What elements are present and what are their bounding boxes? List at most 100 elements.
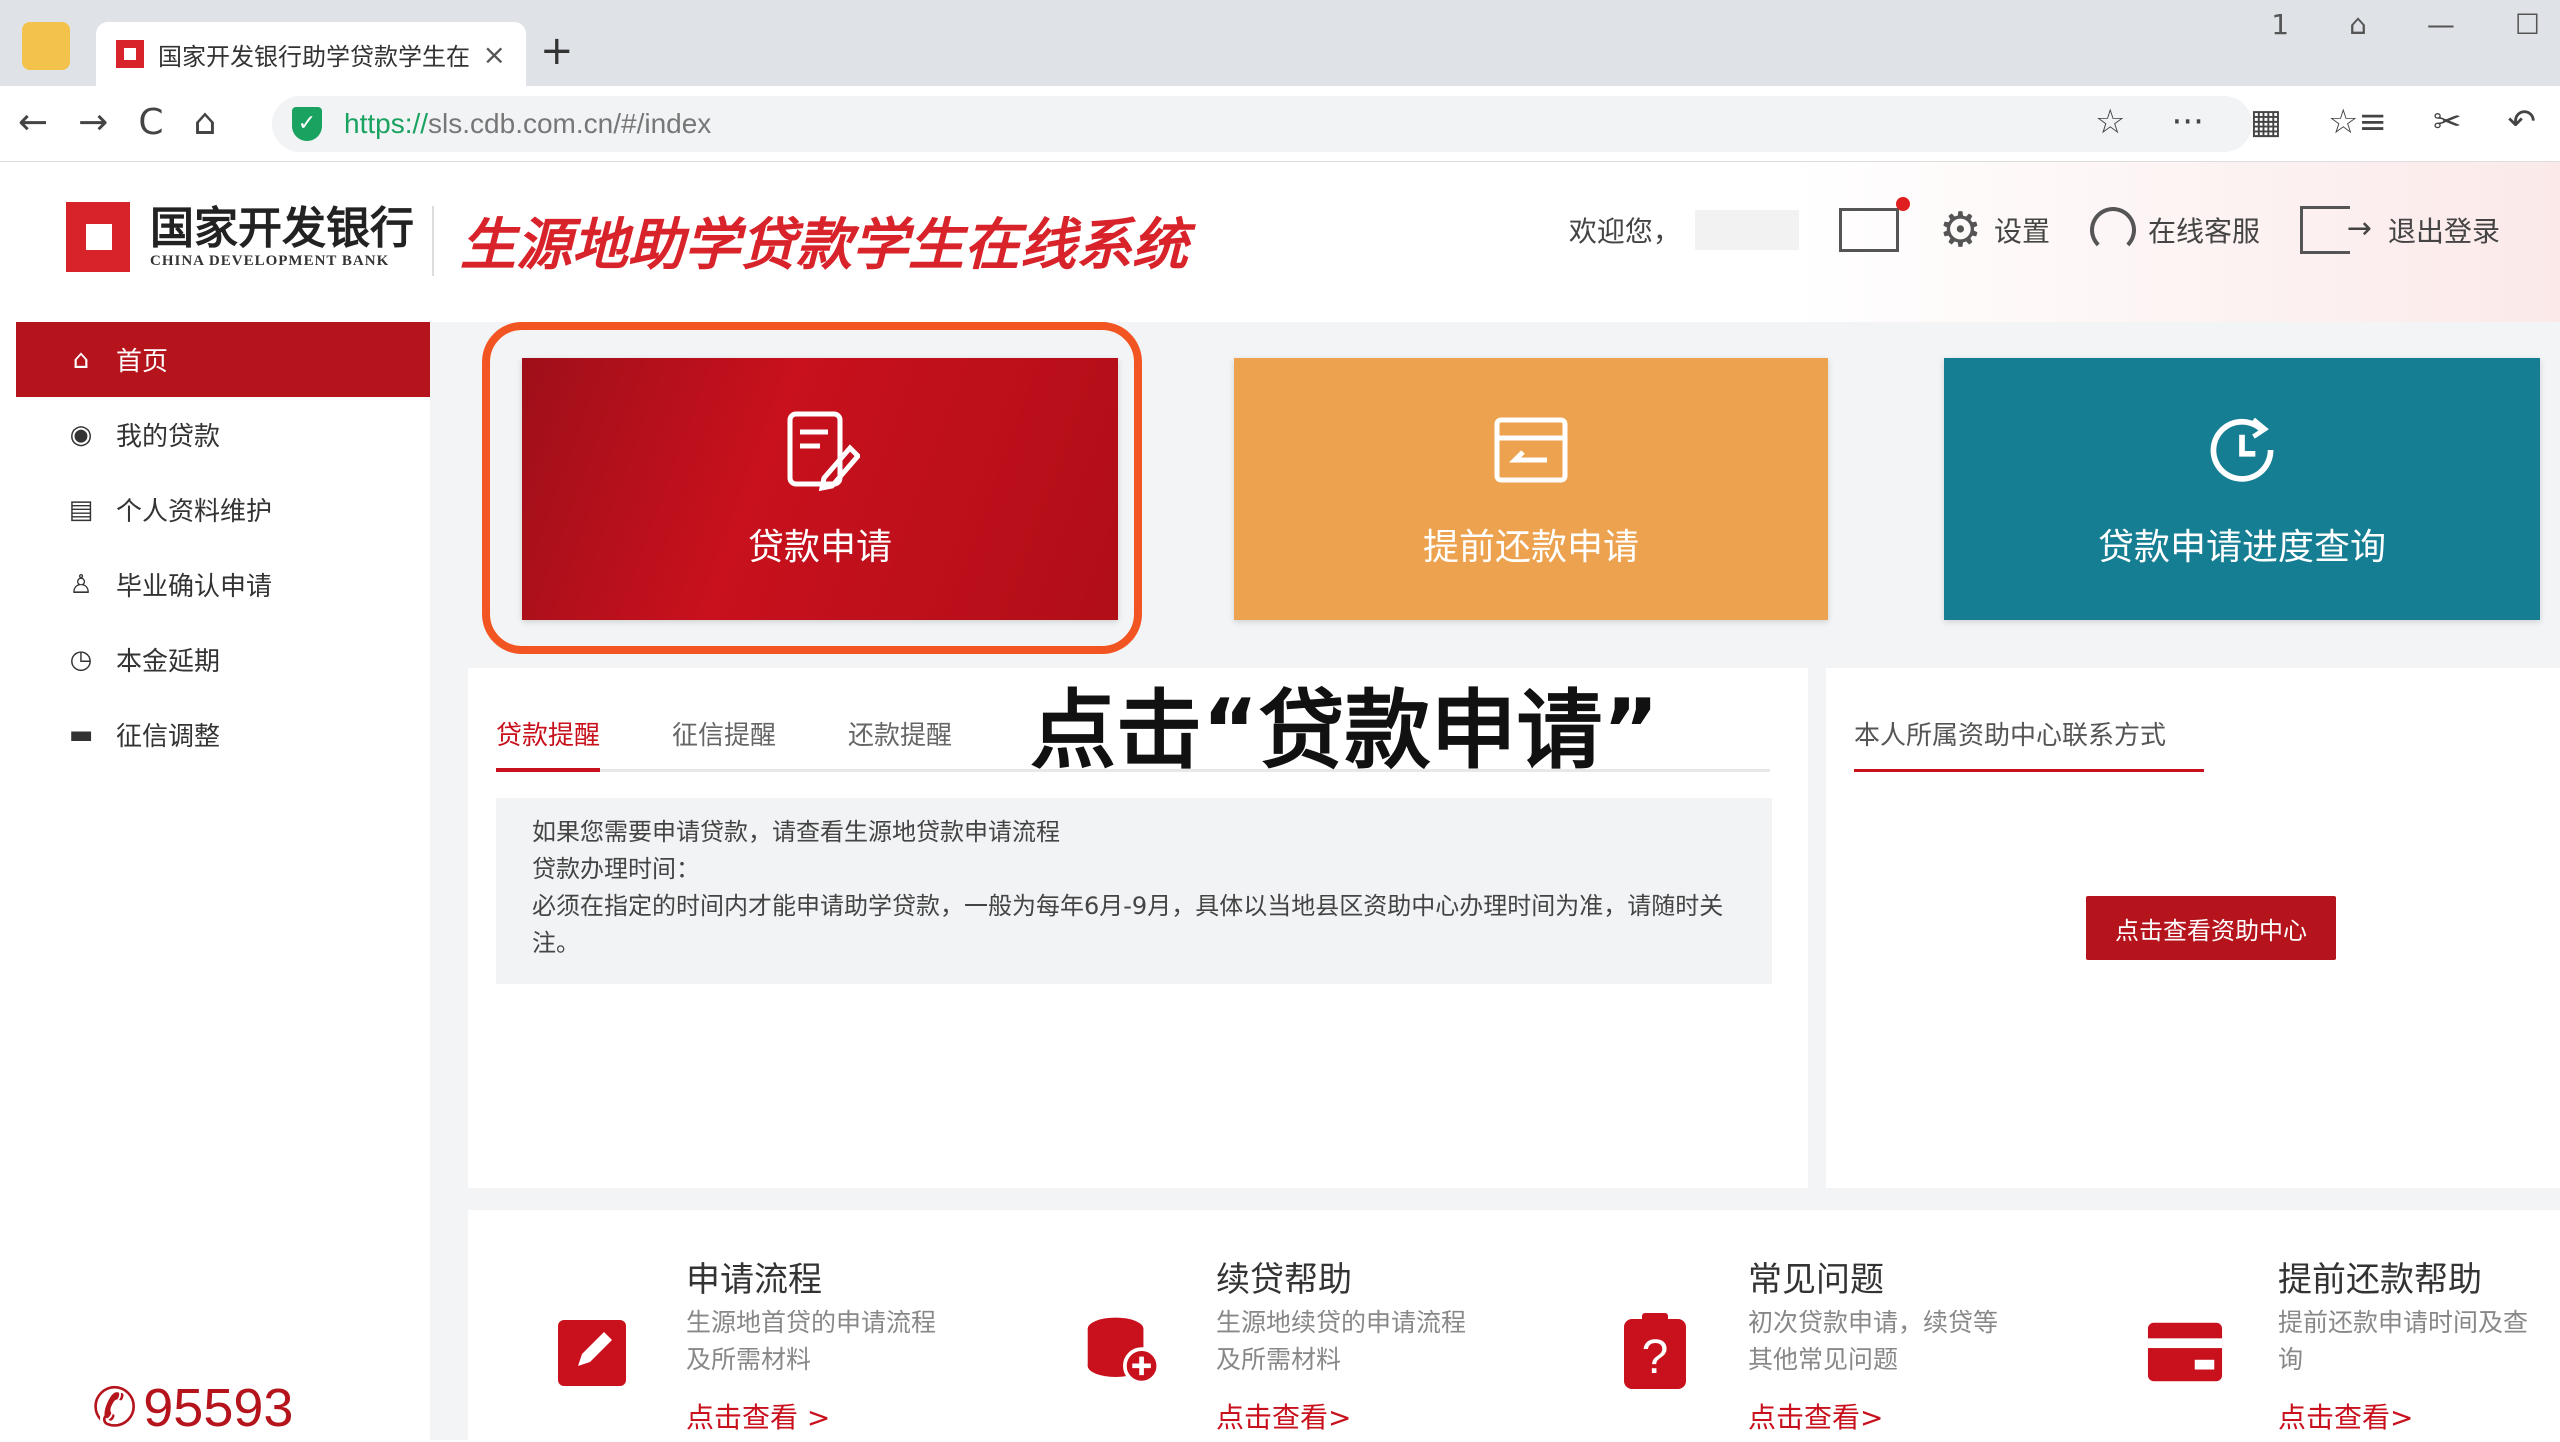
header-divider — [432, 206, 434, 276]
logout-label: 退出登录 — [2387, 215, 2500, 248]
help-card-renewal: 续贷帮助 生源地续贷的申请流程及所需材料 点击查看> — [998, 1252, 1498, 1442]
welcome-text: 欢迎您， — [1568, 215, 1681, 248]
sidebar-item-my-loans[interactable]: ◉ 我的贷款 — [16, 397, 430, 472]
tab-credit-reminder[interactable]: 征信提醒 — [672, 708, 776, 772]
gear-icon: ⚙ — [1938, 202, 1982, 258]
sidebar-item-label: 本金延期 — [116, 647, 221, 677]
sidebar: ⌂ 首页 ◉ 我的贷款 ▤ 个人资料维护 ♙ 毕业确认申请 ◷ 本金延期 ▬ 征… — [16, 322, 430, 1440]
bank-logo-mark-icon — [66, 202, 130, 272]
site-favicon-icon — [116, 40, 144, 68]
notice-line: 贷款办理时间： — [532, 855, 700, 883]
reload-icon[interactable]: C — [138, 102, 163, 143]
bank-name: 国家开发银行 — [150, 202, 414, 254]
sidebar-item-graduation[interactable]: ♙ 毕业确认申请 — [16, 547, 430, 622]
home-icon: ⌂ — [72, 344, 90, 375]
header-actions: 欢迎您， ⚙ 设置 在线客服 退出登录 — [1568, 197, 2500, 258]
notice-line: 必须在指定的时间内才能申请助学贷款，一般为每年6月-9月，具体以当地县区资助中心… — [532, 892, 1724, 957]
phone-icon: ✆ — [92, 1378, 138, 1438]
wallet-icon — [2146, 1312, 2224, 1390]
settings-label: 设置 — [1993, 215, 2050, 248]
home-page-icon[interactable]: ⌂ — [193, 102, 216, 143]
hotline-number: 95593 — [143, 1377, 294, 1438]
history-clock-icon — [2202, 408, 2282, 492]
bank-name-english: CHINA DEVELOPMENT BANK — [150, 252, 390, 269]
nav-buttons: ← → C ⌂ — [18, 102, 216, 143]
sidebar-item-label: 个人资料维护 — [116, 497, 273, 527]
browser-tabbar: 国家开发银行助学贷款学生在 × + 1 ⌂ — ☐ — [0, 0, 2560, 86]
help-card-early-repayment: 提前还款帮助 提前还款申请时间及查询 点击查看> — [2060, 1252, 2560, 1442]
card-link[interactable]: 点击查看> — [1748, 1396, 1883, 1436]
card-title: 提前还款帮助 — [2278, 1260, 2482, 1300]
back-icon[interactable]: ← — [18, 102, 48, 143]
favorites-list-icon[interactable]: ☆≡ — [2328, 102, 2387, 142]
question-icon: ? — [1616, 1312, 1694, 1390]
edit-icon — [554, 1312, 632, 1390]
hotline: ✆ 95593 — [92, 1376, 293, 1439]
tile-label: 提前还款申请 — [1422, 527, 1639, 568]
address-bar-tools: ☆ ··· ▦ ☆≡ ✂ ↶ — [2095, 102, 2536, 142]
sidebar-item-label: 毕业确认申请 — [116, 572, 273, 602]
window-controls: 1 ⌂ — ☐ — [2271, 8, 2540, 41]
sidebar-item-label: 我的贷款 — [116, 422, 221, 452]
coins-plus-icon — [1084, 1312, 1162, 1390]
service-label: 在线客服 — [2147, 215, 2260, 248]
contact-panel-title: 本人所属资助中心联系方式 — [1854, 708, 2204, 772]
instruction-annotation: 点击“贷款申请” — [1030, 681, 1660, 781]
card-desc: 提前还款申请时间及查询 — [2278, 1308, 2529, 1374]
sidebar-item-label: 首页 — [116, 347, 169, 377]
mail-icon[interactable] — [1838, 197, 1910, 252]
card-link[interactable]: 点击查看> — [1216, 1396, 1351, 1436]
url-text: https://sls.cdb.com.cn/#/index — [344, 108, 712, 139]
tab-title: 国家开发银行助学贷款学生在 — [158, 42, 469, 71]
url-input[interactable]: ✓ https://sls.cdb.com.cn/#/index — [272, 96, 2252, 152]
skin-icon[interactable]: ⌂ — [2349, 8, 2367, 41]
sidebar-item-credit-adjust[interactable]: ▬ 征信调整 — [16, 697, 430, 772]
sidebar-item-label: 征信调整 — [116, 722, 221, 752]
early-repayment-tile[interactable]: 提前还款申请 — [1234, 358, 1828, 620]
notice-content: 如果您需要申请贷款，请查看生源地贷款申请流程 贷款办理时间： 必须在指定的时间内… — [496, 798, 1772, 984]
logout-button[interactable]: 退出登录 — [2299, 206, 2500, 254]
undo-icon[interactable]: ↶ — [2508, 102, 2537, 142]
card-title: 申请流程 — [686, 1260, 822, 1300]
progress-query-tile[interactable]: 贷款申请进度查询 — [1944, 358, 2540, 620]
card-link[interactable]: 点击查看> — [2278, 1396, 2413, 1436]
tile-label: 贷款申请进度查询 — [2097, 527, 2386, 568]
app-header: 国家开发银行 CHINA DEVELOPMENT BANK 生源地助学贷款学生在… — [0, 162, 2560, 322]
card-title: 常见问题 — [1748, 1260, 1884, 1300]
clock-icon: ◷ — [69, 644, 93, 675]
logout-icon — [2299, 206, 2372, 254]
sidebar-item-profile[interactable]: ▤ 个人资料维护 — [16, 472, 430, 547]
card-title: 续贷帮助 — [1216, 1260, 1352, 1300]
secure-shield-icon: ✓ — [292, 107, 322, 141]
browser-tab[interactable]: 国家开发银行助学贷款学生在 × — [96, 22, 526, 86]
profile-avatar-icon[interactable] — [22, 22, 70, 70]
user-name-redacted — [1694, 210, 1799, 250]
tab-count-icon[interactable]: 1 — [2271, 8, 2289, 41]
card-desc: 生源地续贷的申请流程及所需材料 — [1216, 1308, 1467, 1374]
new-tab-button[interactable]: + — [540, 28, 574, 74]
online-service-button[interactable]: 在线客服 — [2089, 207, 2260, 253]
card-icon: ▬ — [68, 719, 94, 750]
apps-grid-icon[interactable]: ▦ — [2250, 102, 2282, 142]
tab-loan-reminder[interactable]: 贷款提醒 — [496, 708, 601, 772]
settings-button[interactable]: ⚙ 设置 — [1939, 202, 2050, 258]
screenshot-scissors-icon[interactable]: ✂ — [2433, 102, 2462, 142]
minimize-button[interactable]: — — [2427, 8, 2455, 41]
bank-logo: 国家开发银行 CHINA DEVELOPMENT BANK — [66, 202, 414, 272]
more-icon[interactable]: ··· — [2171, 102, 2203, 142]
unread-dot — [1895, 197, 1910, 211]
maximize-button[interactable]: ☐ — [2515, 8, 2540, 41]
loan-user-icon: ◉ — [69, 419, 93, 450]
repayment-icon — [1491, 408, 1571, 492]
tab-repayment-reminder[interactable]: 还款提醒 — [848, 708, 952, 772]
sidebar-item-principal-deferral[interactable]: ◷ 本金延期 — [16, 622, 430, 697]
id-card-icon: ▤ — [68, 494, 94, 525]
svg-text:?: ? — [1642, 1331, 1669, 1384]
view-aid-center-button[interactable]: 点击查看资助中心 — [2086, 896, 2336, 960]
tab-close-icon[interactable]: × — [483, 38, 506, 71]
card-link[interactable]: 点击查看 > — [686, 1396, 830, 1436]
favorite-star-icon[interactable]: ☆ — [2095, 102, 2125, 142]
sidebar-item-home[interactable]: ⌂ 首页 — [16, 322, 430, 397]
card-desc: 初次贷款申请，续贷等其他常见问题 — [1748, 1308, 1999, 1374]
forward-icon[interactable]: → — [78, 102, 108, 143]
